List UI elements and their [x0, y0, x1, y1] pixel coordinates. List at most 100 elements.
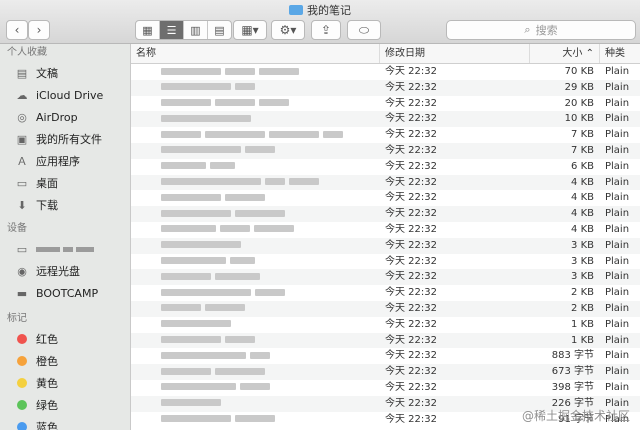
blurred-filename	[161, 257, 226, 265]
blurred-filename	[161, 114, 251, 122]
blurred-filename	[161, 209, 231, 217]
file-size: 70 KB	[564, 66, 594, 77]
file-kind: Plain	[605, 97, 630, 109]
cover-flow-icon[interactable]: ▤	[208, 21, 231, 39]
table-row[interactable]: 今天 22:32 883 字节 Plain	[131, 348, 640, 364]
blurred-filename	[220, 225, 250, 233]
blurred-filename	[210, 162, 235, 170]
window-title: 我的笔记	[0, 2, 640, 18]
blurred-filename	[254, 225, 294, 233]
sidebar-item-bootcamp[interactable]: ▬ BOOTCAMP	[0, 282, 130, 304]
chevron-up-icon: ⌃	[585, 48, 594, 59]
table-row[interactable]: 今天 22:32 2 KB Plain	[131, 285, 640, 301]
table-row[interactable]: 今天 22:32 3 KB Plain	[131, 269, 640, 286]
table-row[interactable]: 今天 22:32 4 KB Plain	[131, 206, 640, 222]
search-placeholder: 搜索	[535, 24, 558, 37]
table-row[interactable]: 今天 22:32 6 KB Plain	[131, 159, 640, 175]
action-button[interactable]: ⚙▾	[271, 20, 305, 40]
column-date[interactable]: 修改日期	[380, 44, 530, 63]
list-view-icon[interactable]: ☰	[160, 21, 184, 39]
back-button[interactable]: ‹	[6, 20, 28, 40]
drive-icon: ▬	[16, 286, 28, 300]
table-row[interactable]: 今天 22:32 2 KB Plain	[131, 300, 640, 317]
arrange-button[interactable]: ▦▾	[233, 20, 267, 40]
blurred-filename	[265, 178, 285, 186]
forward-button[interactable]: ›	[28, 20, 50, 40]
blurred-filename	[225, 336, 255, 344]
file-name-blurred	[131, 238, 380, 254]
sidebar-tag-yellow[interactable]: 黄色	[0, 372, 130, 394]
sidebar-item-computer[interactable]: ▭	[0, 238, 130, 260]
column-header-row: 名称 修改日期 大小 ⌃ 种类	[131, 44, 640, 64]
sidebar-tag-orange[interactable]: 橙色	[0, 350, 130, 372]
sidebar-item-remote-disc[interactable]: ◉ 远程光盘	[0, 260, 130, 282]
search-field[interactable]: ⌕ 搜索	[446, 20, 636, 40]
blurred-filename	[259, 67, 299, 75]
table-row[interactable]: 今天 22:32 10 KB Plain	[131, 111, 640, 128]
sidebar-item-label: 我的所有文件	[36, 133, 102, 146]
column-view-icon[interactable]: ▥	[184, 21, 208, 39]
table-row[interactable]: 今天 22:32 4 KB Plain	[131, 222, 640, 238]
watermark-text: @稀土掘金技术社区	[521, 409, 630, 423]
file-size: 6 KB	[571, 160, 594, 172]
sidebar-item-airdrop[interactable]: ◎ AirDrop	[0, 106, 130, 128]
sidebar-item-applications[interactable]: Ａ 应用程序	[0, 150, 130, 172]
file-name-blurred	[131, 348, 380, 364]
file-size: 20 KB	[564, 97, 594, 109]
sidebar-item-all-files[interactable]: ▣ 我的所有文件	[0, 128, 130, 150]
file-date: 今天 22:32	[385, 160, 437, 172]
sidebar-item-icloud[interactable]: ☁ iCloud Drive	[0, 84, 130, 106]
file-name-blurred	[131, 317, 380, 333]
file-kind: Plain	[605, 366, 630, 378]
sidebar-item-label: AirDrop	[36, 110, 78, 124]
file-kind: Plain	[605, 129, 630, 141]
sidebar-item-documents[interactable]: ▤ 文稿	[0, 62, 130, 84]
file-name-blurred	[131, 254, 380, 270]
file-list: 名称 修改日期 大小 ⌃ 种类 今天 22:32 70 KB Plain 今天 22:…	[131, 44, 640, 430]
table-row[interactable]: 今天 22:32 70 KB Plain	[131, 64, 640, 80]
table-row[interactable]: 今天 22:32 1 KB Plain	[131, 317, 640, 333]
file-kind: Plain	[605, 271, 630, 283]
table-row[interactable]: 今天 22:32 7 KB Plain	[131, 127, 640, 143]
applications-icon: Ａ	[16, 155, 28, 168]
table-row[interactable]: 今天 22:32 20 KB Plain	[131, 96, 640, 112]
table-row[interactable]: 今天 22:32 4 KB Plain	[131, 174, 640, 191]
download-icon: ⬇	[17, 198, 27, 212]
share-icon: ⇪	[320, 23, 332, 37]
file-name-blurred	[131, 127, 380, 143]
column-size[interactable]: 大小 ⌃	[530, 44, 600, 63]
table-row[interactable]: 今天 22:32 1 KB Plain	[131, 332, 640, 349]
share-button[interactable]: ⇪	[311, 20, 341, 40]
table-row[interactable]: 今天 22:32 673 字节 Plain	[131, 364, 640, 380]
toolbar: 我的笔记 ‹ › ▦ ☰ ▥ ▤ ▦▾ ⚙▾ ⇪ ⬭ ⌕ 搜索	[0, 0, 640, 44]
disc-icon: ◉	[17, 264, 27, 278]
icon-view-icon[interactable]: ▦	[136, 21, 160, 39]
blurred-filename	[161, 383, 236, 391]
sidebar-tag-red[interactable]: 红色	[0, 328, 130, 350]
table-row[interactable]: 今天 22:32 7 KB Plain	[131, 142, 640, 159]
file-date: 今天 22:32	[385, 223, 437, 235]
file-name-blurred	[131, 206, 380, 222]
table-row[interactable]: 今天 22:32 4 KB Plain	[131, 190, 640, 206]
tags-button[interactable]: ⬭	[347, 20, 381, 40]
blurred-filename	[230, 257, 255, 265]
file-date: 今天 22:32	[385, 208, 437, 220]
sidebar-tag-blue[interactable]: 蓝色	[0, 416, 130, 430]
blurred-filename	[215, 272, 260, 280]
folder-icon	[289, 5, 303, 15]
chevron-right-icon: ›	[36, 23, 42, 37]
column-kind[interactable]: 种类	[600, 44, 640, 63]
table-row[interactable]: 今天 22:32 3 KB Plain	[131, 237, 640, 254]
file-name-blurred	[131, 269, 380, 285]
sidebar-item-desktop[interactable]: ▭ 桌面	[0, 172, 130, 194]
table-row[interactable]: 今天 22:32 3 KB Plain	[131, 254, 640, 270]
file-date: 今天 22:32	[385, 239, 437, 251]
sidebar-item-label: 红色	[36, 333, 58, 346]
search-icon: ⌕	[524, 23, 531, 36]
table-row[interactable]: 今天 22:32 398 字节 Plain	[131, 380, 640, 396]
sidebar-tag-green[interactable]: 绿色	[0, 394, 130, 416]
sidebar-item-downloads[interactable]: ⬇ 下载	[0, 194, 130, 216]
column-name[interactable]: 名称	[131, 44, 380, 63]
file-date: 今天 22:32	[385, 334, 437, 346]
table-row[interactable]: 今天 22:32 29 KB Plain	[131, 79, 640, 96]
